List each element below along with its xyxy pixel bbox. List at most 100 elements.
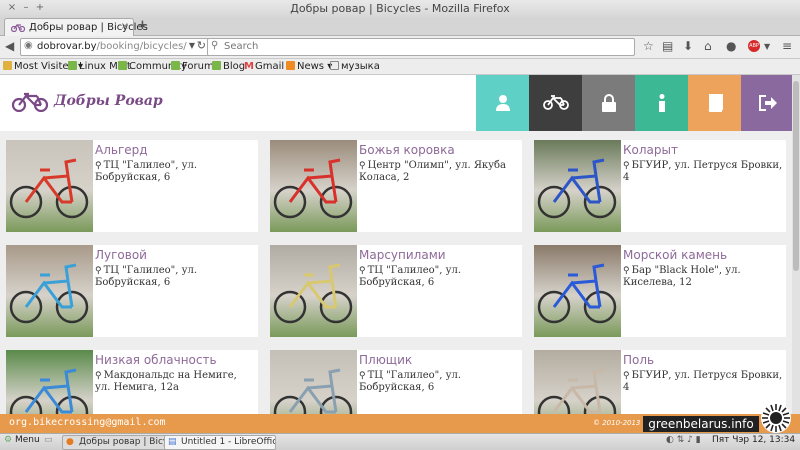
nav-tile-lock[interactable] bbox=[582, 75, 635, 131]
adblock-icon[interactable]: ABP bbox=[748, 40, 760, 52]
bicycle-photo[interactable] bbox=[534, 350, 621, 414]
bicycle-card[interactable]: Луговой ⚲ ТЦ "Галилео", ул. Бобруйская, 6 bbox=[6, 245, 258, 337]
mint-icon bbox=[212, 61, 221, 70]
map-marker-icon: ⚲ bbox=[95, 161, 102, 171]
mint-icon bbox=[68, 61, 77, 70]
close-tab-icon[interactable]: × bbox=[121, 21, 129, 32]
bicycle-photo[interactable] bbox=[534, 245, 621, 337]
bicycle-card[interactable]: Марсупилами ⚲ ТЦ "Галилео", ул. Бобруйская… bbox=[270, 245, 522, 337]
bookmark-star-icon[interactable]: ☆ bbox=[643, 39, 654, 53]
bicycle-card[interactable]: Альгерд ⚲ ТЦ "Галилео", ул. Бобруйская, 6 bbox=[6, 140, 258, 232]
globe-icon: ◉ bbox=[24, 40, 33, 51]
watermark-text: greenbelarus.info bbox=[643, 416, 759, 432]
bookmark-blog[interactable]: Blog bbox=[212, 61, 245, 72]
bicycle-photo[interactable] bbox=[6, 350, 93, 414]
bicycle-name[interactable]: Низкая облачность bbox=[95, 353, 217, 367]
adblock-dropdown-icon[interactable]: ▼ bbox=[764, 42, 770, 51]
taskbar-clock[interactable]: Пят Чэр 12, 13:34 bbox=[712, 435, 795, 445]
bicycle-card[interactable]: Поль ⚲ БГУИР, ул. Петруся Бровки, 4 bbox=[534, 350, 786, 414]
map-marker-icon: ⚲ bbox=[95, 266, 102, 276]
bicycle-name[interactable]: Марсупилами bbox=[359, 248, 446, 262]
map-marker-icon: ⚲ bbox=[623, 161, 630, 171]
page-scrollbar[interactable] bbox=[792, 75, 800, 414]
tray-icons[interactable]: ◐ ⇅ ♪ ▮ bbox=[666, 435, 701, 445]
writer-icon: ▤ bbox=[168, 437, 177, 447]
bookmarks-list-icon[interactable]: ▤ bbox=[662, 39, 673, 53]
mint-icon bbox=[118, 61, 127, 70]
bicycle-name[interactable]: Коларыт bbox=[623, 143, 678, 157]
menu-icon[interactable]: ≡ bbox=[782, 39, 792, 53]
bookmarks-bar: Most Visited ▾ Linux Mint Community Foru… bbox=[0, 59, 800, 75]
nav-tile-info[interactable] bbox=[635, 75, 688, 131]
new-tab-icon[interactable]: + bbox=[137, 18, 148, 33]
url-dropdown-icon[interactable]: ▼ bbox=[189, 41, 195, 50]
folder-icon bbox=[3, 61, 12, 70]
bookmark-news[interactable]: News ▾ bbox=[286, 61, 332, 72]
site-header: Добры Ровар bbox=[0, 75, 792, 131]
bicycle-name[interactable]: Луговой bbox=[95, 248, 147, 262]
scrollbar-thumb[interactable] bbox=[793, 81, 799, 271]
nav-tile-book[interactable] bbox=[688, 75, 741, 131]
tab-active[interactable]: Добры ровар | Bicycles × bbox=[4, 18, 148, 36]
tab-bar: Добры ровар | Bicycles × + bbox=[0, 17, 800, 36]
url-bar[interactable]: ◉ dobrovar.by/booking/bicycles/ ▼ ↻ bbox=[20, 38, 210, 56]
bicycle-photo[interactable] bbox=[534, 140, 621, 232]
url-path: /booking/bicycles/ bbox=[96, 41, 187, 52]
bicycle-photo[interactable] bbox=[6, 245, 93, 337]
bookmark-music[interactable]: музыка bbox=[330, 61, 380, 72]
bicycle-card[interactable]: Коларыт ⚲ БГУИР, ул. Петруся Бровки, 4 bbox=[534, 140, 786, 232]
bicycle-name[interactable]: Поль bbox=[623, 353, 654, 367]
sun-logo-icon bbox=[761, 403, 791, 433]
window-titlebar: × – + Добры ровар | Bicycles - Mozilla F… bbox=[0, 0, 800, 18]
map-marker-icon: ⚲ bbox=[359, 371, 366, 381]
bicycle-name[interactable]: Морской камень bbox=[623, 248, 727, 262]
navigation-bar: ◀ ◉ dobrovar.by/booking/bicycles/ ▼ ↻ ⚲ … bbox=[0, 36, 800, 59]
mint-icon bbox=[171, 61, 180, 70]
bicycle-name[interactable]: Альгерд bbox=[95, 143, 148, 157]
taskbar-window-firefox[interactable]: ● Добры ровар | Bicycl... bbox=[62, 435, 174, 450]
bicycle-card[interactable]: Морской камень ⚲ Бар "Black Hole", ул. Кис… bbox=[534, 245, 786, 337]
footer-email[interactable]: org.bikecrossing@gmail.com bbox=[9, 417, 166, 428]
nav-tile-user[interactable] bbox=[476, 75, 529, 131]
mint-menu-icon: ⚙ bbox=[4, 435, 13, 445]
site-footer: org.bikecrossing@gmail.com © 2010-2013 g… bbox=[0, 403, 800, 433]
reload-icon[interactable]: ↻ bbox=[197, 39, 206, 52]
bicycle-card[interactable]: Низкая облачность ⚲ Макдональдс на Немиге,… bbox=[6, 350, 258, 414]
book-icon bbox=[706, 94, 724, 112]
bicycle-address: БГУИР, ул. Петруся Бровки, 4 bbox=[623, 370, 783, 393]
search-bar[interactable]: ⚲ bbox=[207, 38, 635, 56]
site-logo-text[interactable]: Добры Ровар bbox=[54, 93, 163, 109]
show-desktop-icon[interactable]: ▭ bbox=[44, 435, 53, 445]
bicycle-photo[interactable] bbox=[270, 245, 357, 337]
os-taskbar: ⚙ Menu ▭ ● Добры ровар | Bicycl... ▤ Untit… bbox=[0, 433, 800, 450]
nav-tile-logout[interactable] bbox=[741, 75, 792, 131]
user-icon bbox=[494, 94, 512, 112]
bicycle-card[interactable]: Божья коровка ⚲ Центр "Олимп", ул. Якуба К… bbox=[270, 140, 522, 232]
download-icon[interactable]: ⬇ bbox=[683, 39, 693, 53]
bicycle-photo[interactable] bbox=[270, 350, 357, 414]
bicycle-address: ТЦ "Галилео", ул. Бобруйская, 6 bbox=[359, 265, 462, 288]
search-input[interactable] bbox=[222, 40, 626, 53]
home-icon[interactable]: ⌂ bbox=[704, 39, 712, 53]
page-content: Добры Ровар Альгерд ⚲ ТЦ "Галилео", ул. Бо… bbox=[0, 75, 792, 414]
bookmark-gmail[interactable]: MGmail bbox=[244, 61, 284, 72]
bicycle-name[interactable]: Плющик bbox=[359, 353, 412, 367]
back-icon[interactable]: ◀ bbox=[5, 39, 14, 53]
window-title: Добры ровар | Bicycles - Mozilla Firefox bbox=[290, 2, 510, 15]
taskbar-window-libreoffice[interactable]: ▤ Untitled 1 - LibreOffic... bbox=[164, 435, 276, 450]
bicycle-address: Макдональдс на Немиге, ул. Немига, 12а bbox=[95, 370, 237, 393]
bicycle-photo[interactable] bbox=[270, 140, 357, 232]
nav-tile-bicycle[interactable] bbox=[529, 75, 582, 131]
map-marker-icon: ⚲ bbox=[359, 266, 366, 276]
chat-icon[interactable]: ● bbox=[726, 39, 736, 53]
rss-icon bbox=[286, 61, 295, 70]
start-menu-button[interactable]: ⚙ Menu bbox=[4, 435, 40, 445]
bicycle-photo[interactable] bbox=[6, 140, 93, 232]
bicycle-address: Центр "Олимп", ул. Якуба Коласа, 2 bbox=[359, 160, 507, 183]
bicycle-location: ⚲ ТЦ "Галилео", ул. Бобруйская, 6 bbox=[95, 265, 255, 288]
url-text: dobrovar.by/booking/bicycles/ bbox=[37, 41, 187, 52]
logout-icon bbox=[758, 95, 778, 111]
site-logo-bicycle-icon[interactable] bbox=[11, 92, 49, 112]
bicycle-name[interactable]: Божья коровка bbox=[359, 143, 455, 157]
bicycle-card[interactable]: Плющик ⚲ ТЦ "Галилео", ул. Бобруйская, 6 bbox=[270, 350, 522, 414]
